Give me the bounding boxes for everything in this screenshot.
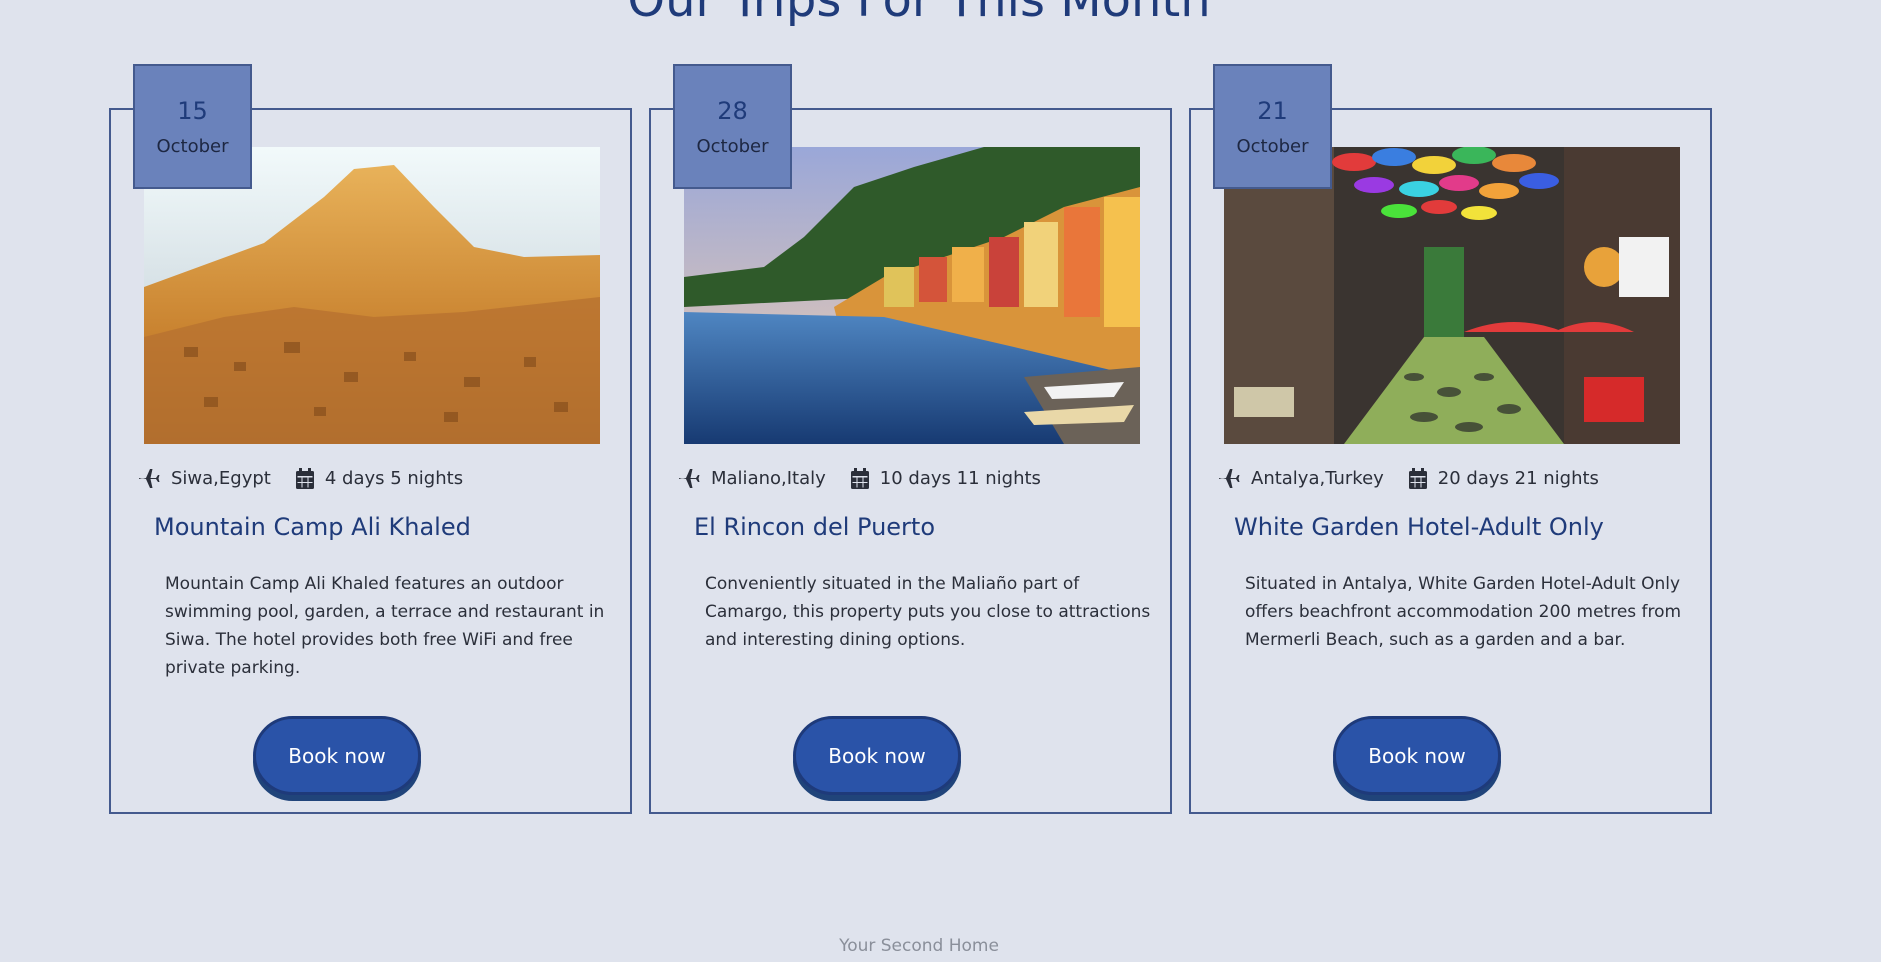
plane-icon bbox=[679, 469, 700, 488]
trip-meta: Maliano,Italy 10 days 11 nights bbox=[677, 466, 1041, 490]
trip-meta: Siwa,Egypt 4 days 5 nights bbox=[137, 466, 463, 490]
trip-card: 15 October Siwa,Egypt 4 days 5 nights Mo… bbox=[109, 64, 632, 814]
trip-card: 28 October Maliano,Italy 10 days 11 nigh… bbox=[649, 64, 1172, 814]
date-day: 15 bbox=[177, 97, 208, 125]
date-month: October bbox=[696, 136, 769, 157]
date-badge: 15 October bbox=[133, 64, 252, 189]
date-month: October bbox=[1236, 136, 1309, 157]
book-now-button[interactable]: Book now bbox=[793, 716, 961, 795]
date-day: 28 bbox=[717, 97, 748, 125]
trip-title: El Rincon del Puerto bbox=[694, 513, 936, 541]
page: Our Trips For This Month 15 October Siwa… bbox=[0, 0, 1881, 962]
trip-description: Situated in Antalya, White Garden Hotel-… bbox=[1245, 574, 1682, 650]
trip-description: Mountain Camp Ali Khaled features an out… bbox=[165, 574, 605, 678]
trip-title: Mountain Camp Ali Khaled bbox=[154, 513, 471, 541]
book-now-button[interactable]: Book now bbox=[253, 716, 421, 795]
trip-duration: 10 days 11 nights bbox=[879, 467, 1041, 489]
trip-description: Conveniently situated in the Maliaño par… bbox=[705, 574, 1151, 650]
date-badge: 28 October bbox=[673, 64, 792, 189]
date-day: 21 bbox=[1257, 97, 1288, 125]
trip-duration: 4 days 5 nights bbox=[324, 467, 464, 489]
section-title: Our Trips For This Month bbox=[627, 0, 1211, 28]
date-badge: 21 October bbox=[1213, 64, 1332, 189]
trip-card: 21 October Antalya,Turkey 20 days 21 nig… bbox=[1189, 64, 1712, 814]
trip-location: Antalya,Turkey bbox=[1251, 467, 1384, 489]
trip-image bbox=[144, 147, 600, 444]
trip-image bbox=[684, 147, 1140, 444]
footer-tagline: Your Second Home bbox=[839, 936, 999, 956]
calendar-icon bbox=[850, 467, 869, 489]
calendar-icon bbox=[295, 467, 314, 489]
trip-meta: Antalya,Turkey 20 days 21 nights bbox=[1217, 466, 1599, 490]
plane-icon bbox=[139, 469, 160, 488]
plane-icon bbox=[1219, 469, 1240, 488]
trip-image bbox=[1224, 147, 1680, 444]
calendar-icon bbox=[1408, 467, 1427, 489]
trip-location: Siwa,Egypt bbox=[171, 467, 271, 489]
book-now-button[interactable]: Book now bbox=[1333, 716, 1501, 795]
trip-title: White Garden Hotel-Adult Only bbox=[1234, 513, 1604, 541]
trip-duration: 20 days 21 nights bbox=[1437, 467, 1599, 489]
trip-location: Maliano,Italy bbox=[711, 467, 826, 489]
date-month: October bbox=[156, 136, 229, 157]
